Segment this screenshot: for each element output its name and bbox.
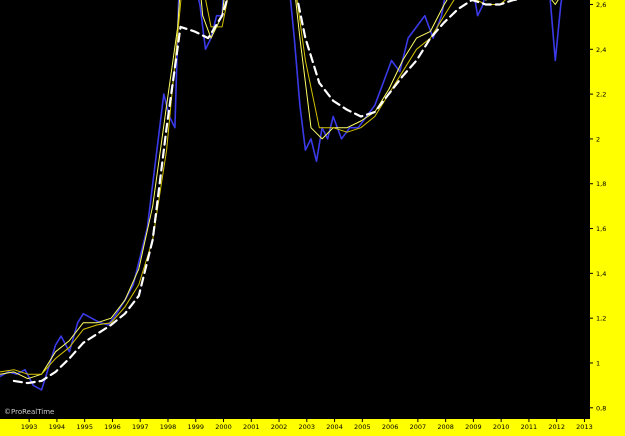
x-tick-label: 2010 — [493, 423, 510, 431]
y-tick-label: 1,2 — [596, 315, 606, 323]
x-tick-label: 2003 — [299, 423, 316, 431]
y-tick-label: 1 — [596, 359, 600, 367]
x-tick-label: 1998 — [160, 423, 177, 431]
x-tick-label: 2011 — [521, 423, 538, 431]
chart-container: 1993 1994 1995 1996 1997 1998 1999 2000 2001 2002… — [0, 0, 625, 432]
x-tick-label: 1996 — [104, 423, 121, 431]
x-tick-label: 2013 — [576, 423, 593, 431]
price-chart: 1993 1994 1995 1996 1997 1998 1999 2000 2001 2002… — [0, 0, 606, 431]
x-tick-label: 2005 — [354, 423, 371, 431]
watermark: ©ProRealTime — [4, 408, 54, 416]
x-tick-label: 2012 — [548, 423, 565, 431]
x-axis: 1993 1994 1995 1996 1997 1998 1999 2000 2001 2002… — [21, 419, 593, 431]
y-tick-label: 1,4 — [596, 270, 606, 278]
y-tick-label: 2 — [596, 135, 600, 143]
x-tick-label: 2007 — [410, 423, 427, 431]
y-tick-label: 2,4 — [596, 46, 606, 54]
y-axis: 0,8 1 1,2 1,4 1,6 1,8 2 2,2 2,4 2,6 — [590, 1, 606, 412]
plot-background — [0, 0, 590, 419]
x-tick-label: 2008 — [437, 423, 454, 431]
x-tick-label: 1999 — [187, 423, 204, 431]
y-tick-label: 1,8 — [596, 180, 606, 188]
x-tick-label: 1995 — [76, 423, 93, 431]
x-tick-label: 1997 — [132, 423, 149, 431]
x-tick-label: 1994 — [49, 423, 66, 431]
x-tick-label: 2004 — [326, 423, 343, 431]
x-tick-label: 2000 — [215, 423, 232, 431]
x-tick-label: 2009 — [465, 423, 482, 431]
x-tick-label: 2006 — [382, 423, 399, 431]
x-tick-label: 1993 — [21, 423, 38, 431]
y-tick-label: 2,2 — [596, 91, 606, 99]
y-tick-label: 2,6 — [596, 1, 606, 9]
y-tick-label: 0,8 — [596, 404, 606, 412]
x-tick-label: 2002 — [271, 423, 288, 431]
y-tick-label: 1,6 — [596, 225, 606, 233]
x-tick-label: 2001 — [243, 423, 260, 431]
